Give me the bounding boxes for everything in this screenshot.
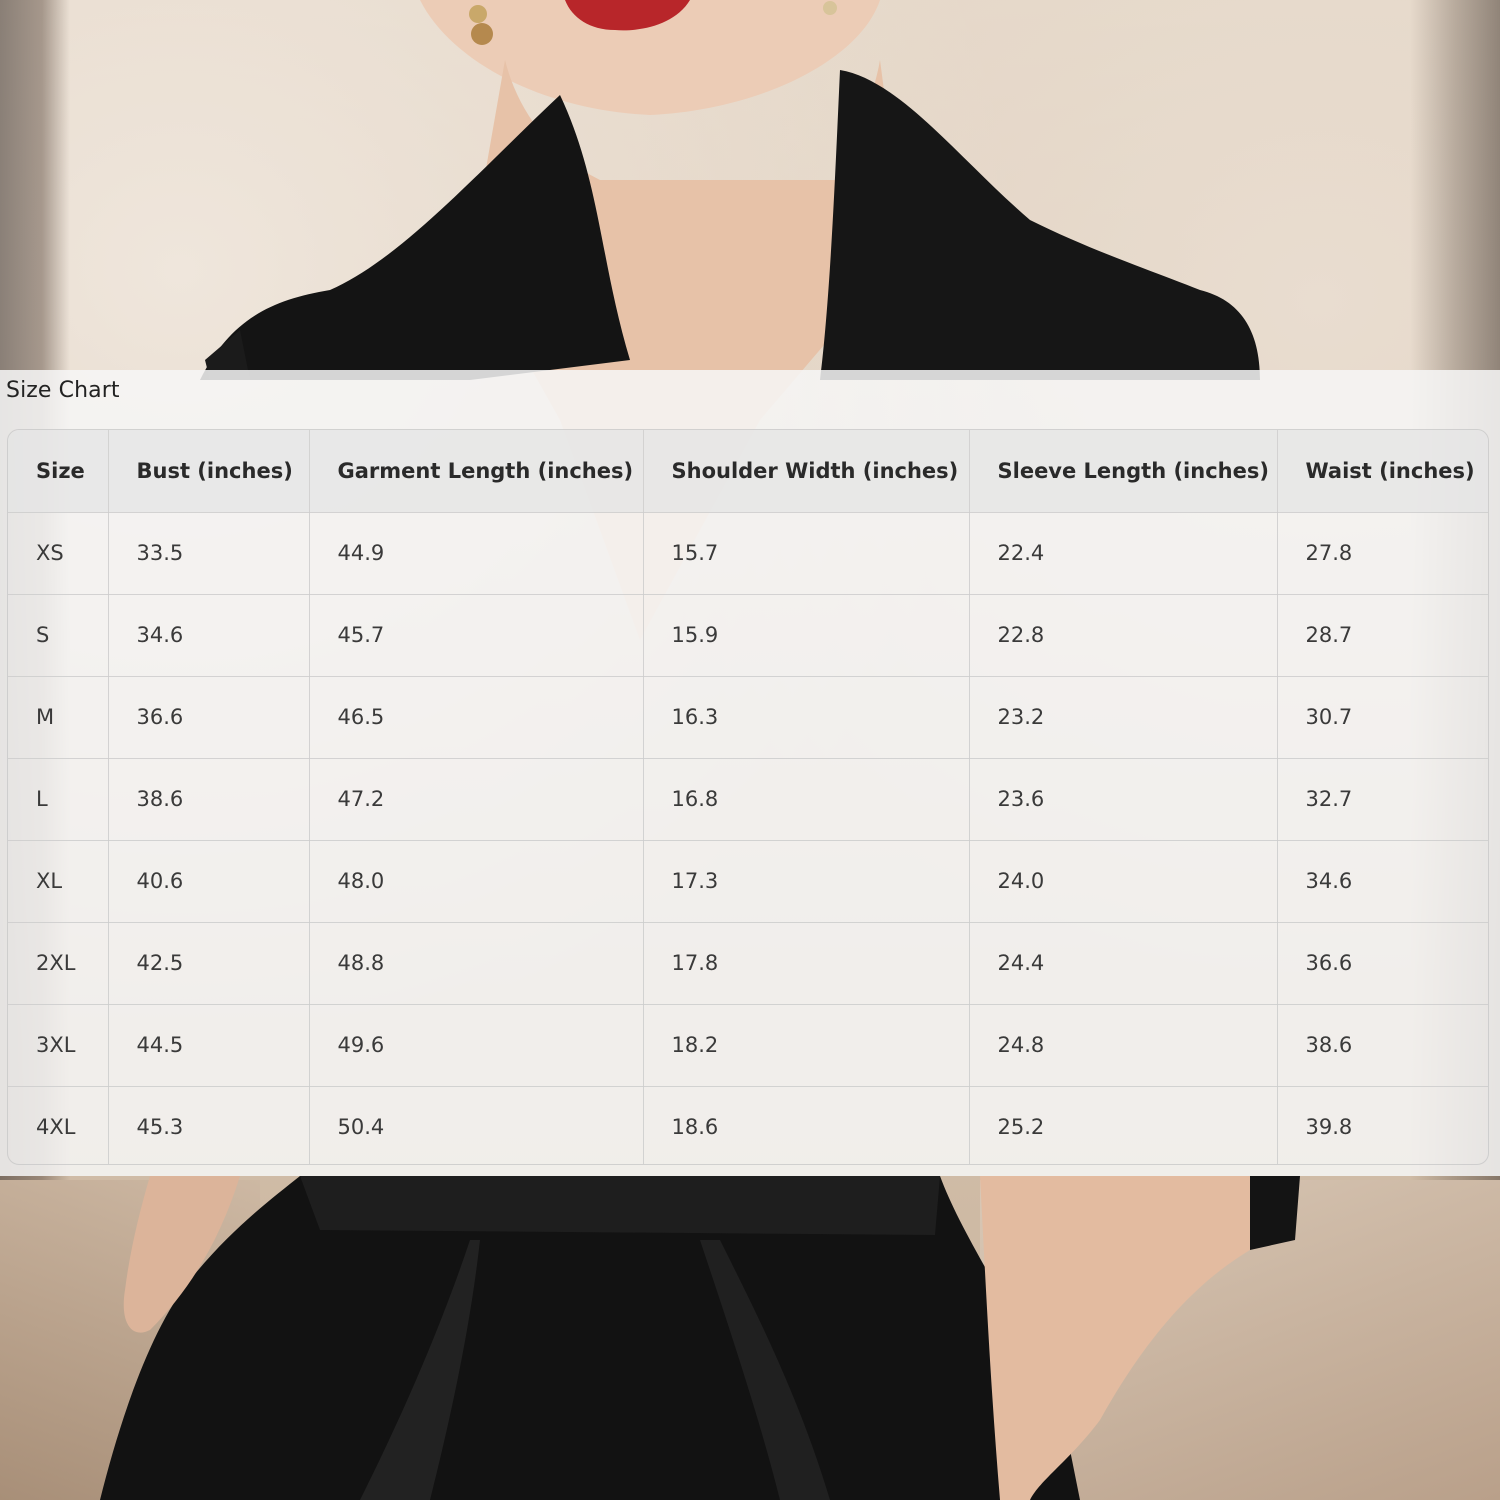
cell-size: M — [8, 676, 109, 759]
cell-sleeve-length: 22.4 — [969, 512, 1278, 595]
column-header-size: Size — [8, 430, 109, 513]
table-row: L 38.6 47.2 16.8 23.6 32.7 — [8, 758, 1488, 841]
earring-right-icon — [823, 1, 837, 15]
table-row: M 36.6 46.5 16.3 23.2 30.7 — [8, 676, 1488, 759]
cell-shoulder-width: 18.6 — [643, 1086, 970, 1164]
cell-garment-length: 47.2 — [309, 758, 644, 841]
table-row: XL 40.6 48.0 17.3 24.0 34.6 — [8, 840, 1488, 923]
table-row: 3XL 44.5 49.6 18.2 24.8 38.6 — [8, 1004, 1488, 1087]
column-header-sleeve-length: Sleeve Length (inches) — [969, 430, 1278, 513]
cell-waist: 28.7 — [1277, 594, 1488, 677]
column-header-shoulder-width: Shoulder Width (inches) — [643, 430, 970, 513]
cell-garment-length: 48.0 — [309, 840, 644, 923]
model-collar-right — [820, 70, 1260, 380]
cell-shoulder-width: 15.7 — [643, 512, 970, 595]
cell-bust: 40.6 — [108, 840, 310, 923]
cell-size: S — [8, 594, 109, 677]
table-row: 4XL 45.3 50.4 18.6 25.2 39.8 — [8, 1086, 1488, 1164]
cell-sleeve-length: 23.2 — [969, 676, 1278, 759]
cell-bust: 42.5 — [108, 922, 310, 1005]
cell-waist: 32.7 — [1277, 758, 1488, 841]
table-header-row: Size Bust (inches) Garment Length (inche… — [8, 430, 1488, 513]
cell-shoulder-width: 16.8 — [643, 758, 970, 841]
cell-size: L — [8, 758, 109, 841]
cell-sleeve-length: 22.8 — [969, 594, 1278, 677]
table-row: S 34.6 45.7 15.9 22.8 28.7 — [8, 594, 1488, 677]
model-hand-right — [980, 1176, 1250, 1500]
cell-waist: 38.6 — [1277, 1004, 1488, 1087]
cell-size: 2XL — [8, 922, 109, 1005]
cell-bust: 45.3 — [108, 1086, 310, 1164]
cell-garment-length: 45.7 — [309, 594, 644, 677]
table-row: 2XL 42.5 48.8 17.8 24.4 36.6 — [8, 922, 1488, 1005]
cell-garment-length: 48.8 — [309, 922, 644, 1005]
cell-waist: 27.8 — [1277, 512, 1488, 595]
cell-size: XS — [8, 512, 109, 595]
cell-waist: 30.7 — [1277, 676, 1488, 759]
size-table: Size Bust (inches) Garment Length (inche… — [8, 430, 1488, 1164]
cell-shoulder-width: 18.2 — [643, 1004, 970, 1087]
cell-bust: 33.5 — [108, 512, 310, 595]
cell-bust: 34.6 — [108, 594, 310, 677]
cell-shoulder-width: 17.3 — [643, 840, 970, 923]
cell-waist: 36.6 — [1277, 922, 1488, 1005]
cell-waist: 34.6 — [1277, 840, 1488, 923]
cell-size: XL — [8, 840, 109, 923]
cell-garment-length: 46.5 — [309, 676, 644, 759]
column-header-garment-length: Garment Length (inches) — [309, 430, 644, 513]
size-chart-title: Size Chart — [6, 378, 120, 403]
cell-garment-length: 49.6 — [309, 1004, 644, 1087]
cell-size: 4XL — [8, 1086, 109, 1164]
cell-sleeve-length: 25.2 — [969, 1086, 1278, 1164]
cell-waist: 39.8 — [1305, 1115, 1353, 1140]
model-sleeve-right — [1245, 1176, 1300, 1250]
model-collar-left — [200, 95, 630, 380]
table-row: XS 33.5 44.9 15.7 22.4 27.8 — [8, 512, 1488, 595]
cell-garment-length: 50.4 — [309, 1086, 644, 1164]
cell-bust: 44.5 — [108, 1004, 310, 1087]
cell-garment-length: 44.9 — [309, 512, 644, 595]
cell-size: 3XL — [8, 1004, 109, 1087]
cell-sleeve-length: 24.0 — [969, 840, 1278, 923]
cell-sleeve-length: 23.6 — [969, 758, 1278, 841]
cell-sleeve-length: 24.4 — [969, 922, 1278, 1005]
cell-bust: 36.6 — [108, 676, 310, 759]
cell-bust: 38.6 — [108, 758, 310, 841]
cell-shoulder-width: 17.8 — [643, 922, 970, 1005]
size-chart-panel: Size Chart Size Bust (inches) Garment Le… — [0, 370, 1500, 1176]
cell-shoulder-width: 15.9 — [643, 594, 970, 677]
size-table-container: Size Bust (inches) Garment Length (inche… — [7, 429, 1489, 1165]
column-header-bust: Bust (inches) — [108, 430, 310, 513]
cell-sleeve-length: 24.8 — [969, 1004, 1278, 1087]
column-header-waist: Waist (inches) — [1277, 430, 1488, 513]
cell-shoulder-width: 16.3 — [643, 676, 970, 759]
